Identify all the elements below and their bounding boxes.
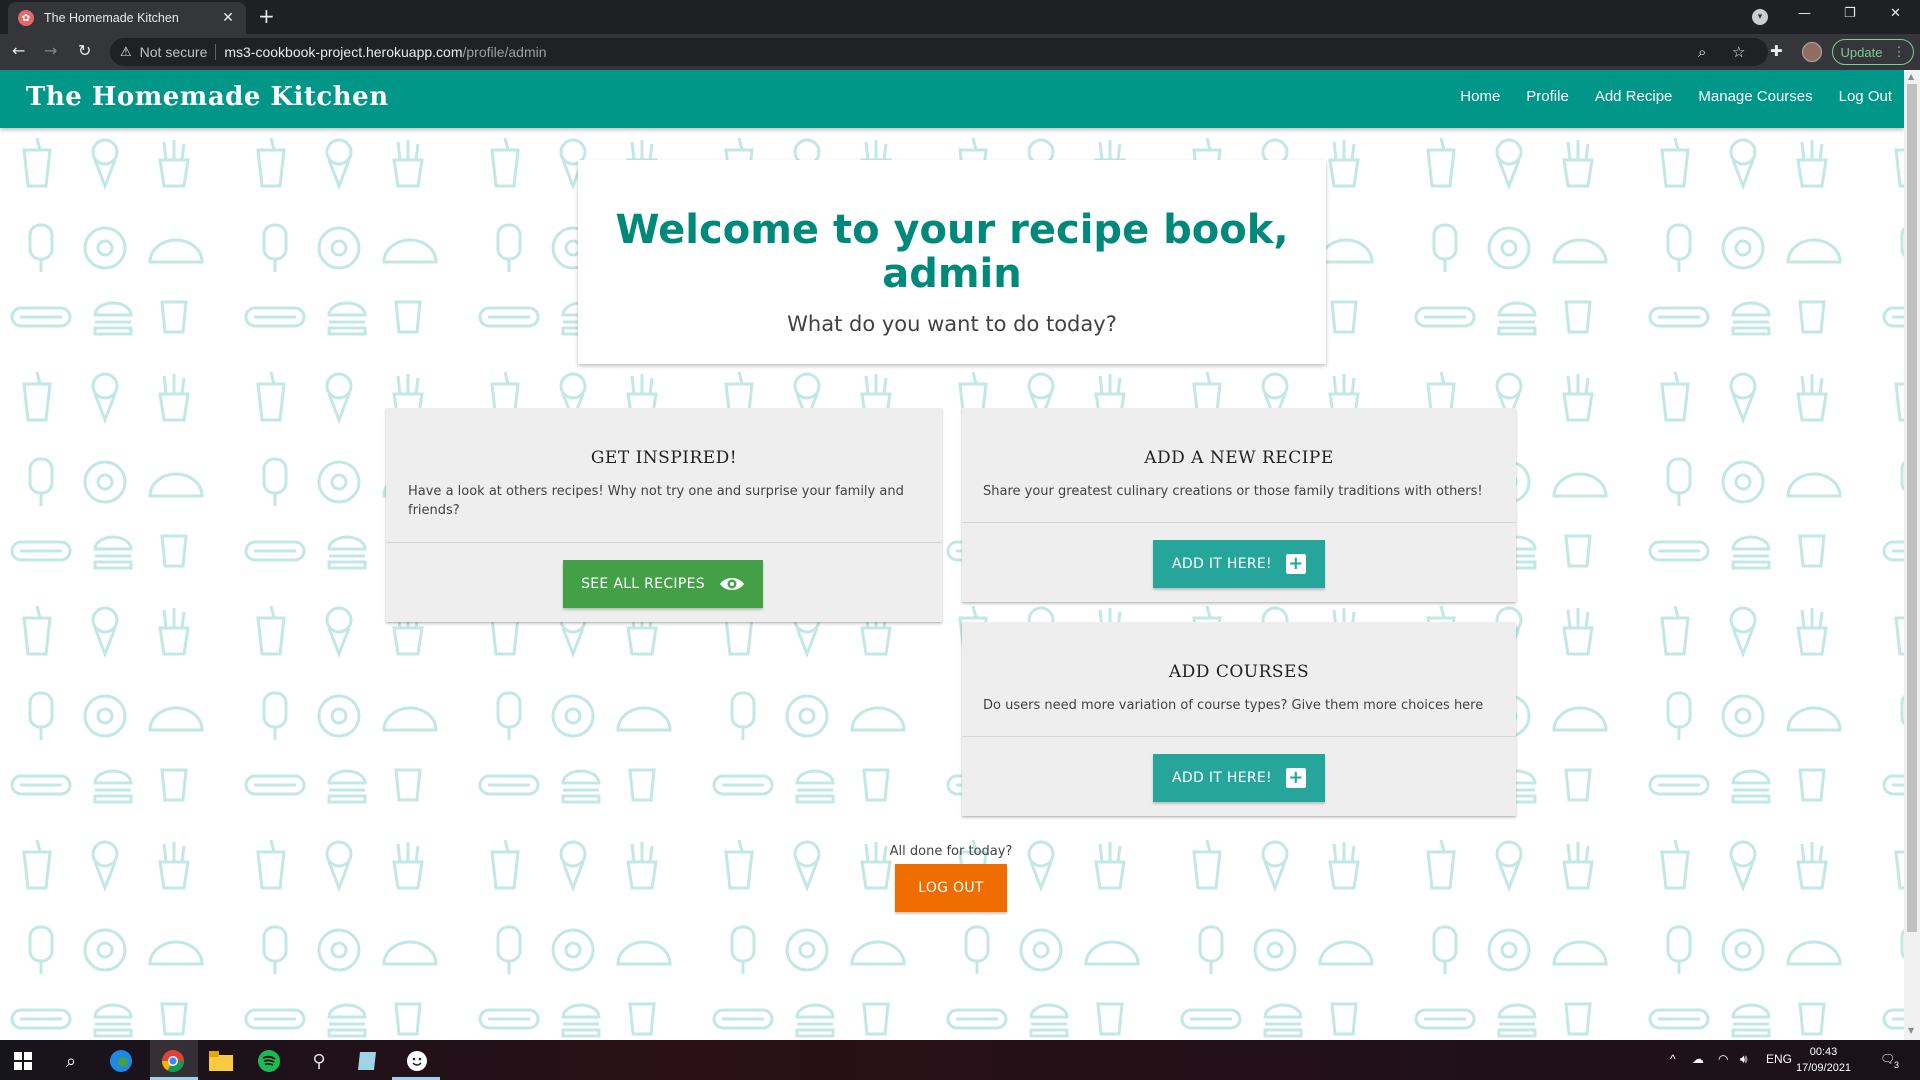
close-tab-icon[interactable]: ✕ bbox=[220, 10, 236, 26]
nav-manage-courses[interactable]: Manage Courses bbox=[1698, 88, 1812, 105]
web-page: The Homemade Kitchen Home Profile Add Re… bbox=[0, 70, 1904, 1040]
log-out-button-label: LOG OUT bbox=[918, 880, 984, 896]
eye-icon bbox=[719, 578, 744, 590]
tray-chevron-icon[interactable]: ^ bbox=[1670, 1052, 1676, 1066]
add-recipe-button[interactable]: ADD IT HERE! + bbox=[1153, 540, 1325, 588]
notification-count: 3 bbox=[1894, 1060, 1900, 1070]
scroll-thumb[interactable] bbox=[1907, 84, 1917, 932]
profile-avatar[interactable] bbox=[1802, 42, 1822, 62]
nav-profile[interactable]: Profile bbox=[1526, 88, 1569, 105]
omnibox-separator bbox=[215, 44, 217, 60]
edge-browser-icon[interactable] bbox=[108, 1048, 134, 1074]
welcome-title: Welcome to your recipe book, admin bbox=[578, 208, 1326, 296]
add-courses-card: ADD COURSES Do users need more variation… bbox=[962, 622, 1516, 816]
browser-toolbar: ← → ↻ ⚠ Not secure ms3-cookbook-project.… bbox=[0, 34, 1920, 70]
site-brand-logo[interactable]: The Homemade Kitchen bbox=[26, 82, 389, 112]
taskbar-clock[interactable]: 00:43 17/09/2021 bbox=[1796, 1044, 1851, 1076]
all-done-prompt: All done for today? bbox=[889, 844, 1013, 859]
log-out-button[interactable]: LOG OUT bbox=[895, 864, 1007, 912]
zoom-icon[interactable]: ⌕ bbox=[1698, 43, 1706, 61]
windows-start-icon[interactable] bbox=[10, 1048, 36, 1074]
get-inspired-title: GET INSPIRED! bbox=[590, 448, 738, 468]
forward-icon[interactable]: → bbox=[44, 42, 57, 60]
site-navbar: The Homemade Kitchen Home Profile Add Re… bbox=[0, 70, 1904, 128]
site-favicon-icon: ✿ bbox=[18, 10, 34, 26]
update-button[interactable]: Update ⋮ bbox=[1832, 39, 1914, 65]
update-label: Update bbox=[1840, 44, 1883, 60]
see-all-recipes-label: SEE ALL RECIPES bbox=[581, 576, 705, 592]
url-path[interactable]: /profile/admin bbox=[462, 44, 546, 60]
search-icon[interactable]: ⌕ bbox=[58, 1048, 84, 1074]
page-scrollbar[interactable]: ▲ ▼ bbox=[1904, 70, 1920, 1040]
notification-center-icon[interactable]: 🗨︎ bbox=[1880, 1052, 1895, 1066]
nav-log-out[interactable]: Log Out bbox=[1839, 88, 1892, 105]
more-menu-icon: ⋮ bbox=[1892, 44, 1906, 59]
address-bar[interactable]: ⚠ Not secure ms3-cookbook-project.heroku… bbox=[110, 38, 1768, 66]
welcome-card: Welcome to your recipe book, admin What … bbox=[578, 160, 1326, 364]
add-recipe-card: ADD A NEW RECIPE Share your greatest cul… bbox=[962, 408, 1516, 602]
tab-title: The Homemade Kitchen bbox=[44, 11, 179, 25]
back-icon[interactable]: ← bbox=[12, 42, 25, 60]
clock-time: 00:43 bbox=[1809, 1046, 1838, 1058]
onedrive-cloud-icon[interactable]: ☁ bbox=[1692, 1052, 1704, 1066]
smiley-app-icon[interactable] bbox=[404, 1048, 430, 1074]
add-courses-title: ADD COURSES bbox=[1168, 662, 1310, 682]
card-divider bbox=[962, 522, 1516, 523]
get-inspired-text: Have a look at others recipes! Why not t… bbox=[408, 484, 904, 518]
spotify-icon[interactable] bbox=[256, 1048, 282, 1074]
browser-tab-strip: ✿ The Homemade Kitchen ✕ + ▾ — ❐ ✕ bbox=[0, 0, 1920, 34]
add-courses-button-label: ADD IT HERE! bbox=[1172, 770, 1272, 786]
close-window-icon[interactable]: ✕ bbox=[1890, 6, 1901, 21]
language-indicator[interactable]: ENG bbox=[1766, 1052, 1792, 1066]
card-divider bbox=[386, 542, 942, 543]
scroll-up-icon[interactable]: ▲ bbox=[1908, 72, 1914, 81]
chrome-icon[interactable] bbox=[160, 1048, 186, 1074]
tab-search-icon[interactable]: ▾ bbox=[1752, 9, 1768, 25]
reload-icon[interactable]: ↻ bbox=[78, 42, 91, 60]
card-divider bbox=[962, 736, 1516, 737]
browser-tab[interactable]: ✿ The Homemade Kitchen ✕ bbox=[8, 2, 246, 34]
nav-links: Home Profile Add Recipe Manage Courses L… bbox=[1460, 88, 1892, 105]
satellite-app-icon[interactable]: ⚲ bbox=[306, 1048, 332, 1074]
see-all-recipes-button[interactable]: SEE ALL RECIPES bbox=[563, 560, 763, 608]
url-host[interactable]: ms3-cookbook-project.herokuapp.com bbox=[224, 44, 462, 60]
plus-square-icon: + bbox=[1285, 768, 1306, 788]
plus-square-icon: + bbox=[1285, 554, 1306, 574]
welcome-subtitle: What do you want to do today? bbox=[787, 312, 1117, 336]
nav-home[interactable]: Home bbox=[1460, 88, 1500, 105]
add-courses-button[interactable]: ADD IT HERE! + bbox=[1153, 754, 1325, 802]
get-inspired-card: GET INSPIRED! Have a look at others reci… bbox=[386, 408, 942, 622]
nav-add-recipe[interactable]: Add Recipe bbox=[1595, 88, 1673, 105]
extensions-puzzle-icon[interactable]: ✚ bbox=[1770, 42, 1783, 60]
minimize-icon[interactable]: — bbox=[1798, 6, 1811, 21]
welcome-title-line2: admin bbox=[882, 251, 1022, 297]
bookmark-star-icon[interactable]: ☆ bbox=[1732, 43, 1745, 61]
scroll-down-icon[interactable]: ▼ bbox=[1908, 1026, 1914, 1035]
add-recipe-button-label: ADD IT HERE! bbox=[1172, 556, 1272, 572]
welcome-title-line1: Welcome to your recipe book, bbox=[615, 207, 1289, 253]
file-explorer-icon[interactable] bbox=[208, 1048, 234, 1074]
wifi-icon[interactable]: ◠ bbox=[1718, 1052, 1728, 1066]
clock-date: 17/09/2021 bbox=[1796, 1062, 1852, 1074]
not-secure-label[interactable]: Not secure bbox=[140, 44, 208, 60]
warning-icon[interactable]: ⚠ bbox=[120, 45, 132, 60]
windows-taskbar: ⌕ ⚲ ^ ☁ ◠ 🔊︎ ENG 00:43 17/09/2021 🗨︎ 3 bbox=[0, 1040, 1920, 1080]
volume-icon[interactable]: 🔊︎ bbox=[1740, 1052, 1748, 1067]
add-recipe-title: ADD A NEW RECIPE bbox=[1144, 448, 1334, 468]
add-recipe-text: Share your greatest culinary creations o… bbox=[983, 484, 1483, 499]
restore-icon[interactable]: ❐ bbox=[1844, 6, 1856, 21]
add-courses-text: Do users need more variation of course t… bbox=[983, 698, 1484, 713]
notes-app-icon[interactable] bbox=[354, 1048, 380, 1074]
new-tab-button[interactable]: + bbox=[258, 6, 275, 26]
